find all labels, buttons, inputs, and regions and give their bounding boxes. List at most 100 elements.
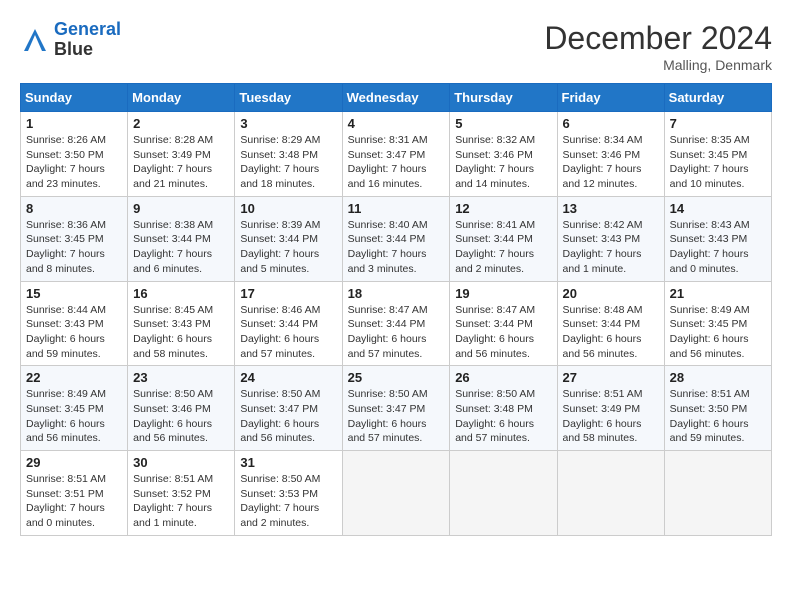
month-title: December 2024 xyxy=(544,20,772,57)
calendar-cell: 17Sunrise: 8:46 AMSunset: 3:44 PMDayligh… xyxy=(235,281,342,366)
day-number: 3 xyxy=(240,116,336,131)
day-number: 31 xyxy=(240,455,336,470)
calendar-cell: 5Sunrise: 8:32 AMSunset: 3:46 PMDaylight… xyxy=(450,112,557,197)
day-number: 2 xyxy=(133,116,229,131)
weekday-header: Monday xyxy=(128,84,235,112)
cell-content: Sunrise: 8:48 AMSunset: 3:44 PMDaylight:… xyxy=(563,304,643,360)
cell-content: Sunrise: 8:51 AMSunset: 3:50 PMDaylight:… xyxy=(670,388,750,444)
cell-content: Sunrise: 8:45 AMSunset: 3:43 PMDaylight:… xyxy=(133,304,213,360)
calendar-cell: 12 Sunrise: 8:41 AMSunset: 3:44 PMDayligh… xyxy=(450,196,557,281)
cell-content: Sunrise: 8:43 AMSunset: 3:43 PMDaylight:… xyxy=(670,219,750,275)
cell-content: Sunrise: 8:51 AMSunset: 3:51 PMDaylight:… xyxy=(26,473,106,529)
cell-content: Sunrise: 8:26 AMSunset: 3:50 PMDaylight:… xyxy=(26,134,106,190)
day-number: 24 xyxy=(240,370,336,385)
day-number: 26 xyxy=(455,370,551,385)
calendar-cell xyxy=(342,451,450,536)
calendar-week-row: 8 Sunrise: 8:36 AMSunset: 3:45 PMDaylight… xyxy=(21,196,772,281)
calendar-cell: 27Sunrise: 8:51 AMSunset: 3:49 PMDayligh… xyxy=(557,366,664,451)
day-number: 10 xyxy=(240,201,336,216)
calendar-cell: 1 Sunrise: 8:26 AMSunset: 3:50 PMDaylight… xyxy=(21,112,128,197)
calendar-cell: 7Sunrise: 8:35 AMSunset: 3:45 PMDaylight… xyxy=(664,112,771,197)
cell-content: Sunrise: 8:29 AMSunset: 3:48 PMDaylight:… xyxy=(240,134,320,190)
cell-content: Sunrise: 8:34 AMSunset: 3:46 PMDaylight:… xyxy=(563,134,643,190)
calendar-cell: 6 Sunrise: 8:34 AMSunset: 3:46 PMDaylight… xyxy=(557,112,664,197)
day-number: 19 xyxy=(455,286,551,301)
cell-content: Sunrise: 8:41 AMSunset: 3:44 PMDaylight:… xyxy=(455,219,535,275)
weekday-header: Thursday xyxy=(450,84,557,112)
calendar-table: SundayMondayTuesdayWednesdayThursdayFrid… xyxy=(20,83,772,536)
day-number: 30 xyxy=(133,455,229,470)
calendar-cell: 8 Sunrise: 8:36 AMSunset: 3:45 PMDaylight… xyxy=(21,196,128,281)
calendar-cell: 3 Sunrise: 8:29 AMSunset: 3:48 PMDaylight… xyxy=(235,112,342,197)
calendar-cell: 31Sunrise: 8:50 AMSunset: 3:53 PMDayligh… xyxy=(235,451,342,536)
calendar-cell: 21 Sunrise: 8:49 AMSunset: 3:45 PMDayligh… xyxy=(664,281,771,366)
cell-content: Sunrise: 8:51 AMSunset: 3:52 PMDaylight:… xyxy=(133,473,213,529)
day-number: 1 xyxy=(26,116,122,131)
cell-content: Sunrise: 8:40 AMSunset: 3:44 PMDaylight:… xyxy=(348,219,428,275)
day-number: 4 xyxy=(348,116,445,131)
calendar-cell: 28Sunrise: 8:51 AMSunset: 3:50 PMDayligh… xyxy=(664,366,771,451)
calendar-cell: 11 Sunrise: 8:40 AMSunset: 3:44 PMDayligh… xyxy=(342,196,450,281)
logo-icon xyxy=(20,25,50,55)
day-number: 12 xyxy=(455,201,551,216)
weekday-header: Tuesday xyxy=(235,84,342,112)
day-number: 29 xyxy=(26,455,122,470)
calendar-week-row: 22 Sunrise: 8:49 AMSunset: 3:45 PMDayligh… xyxy=(21,366,772,451)
calendar-cell: 13Sunrise: 8:42 AMSunset: 3:43 PMDayligh… xyxy=(557,196,664,281)
day-number: 20 xyxy=(563,286,659,301)
calendar-week-row: 29 Sunrise: 8:51 AMSunset: 3:51 PMDayligh… xyxy=(21,451,772,536)
day-number: 23 xyxy=(133,370,229,385)
weekday-header: Sunday xyxy=(21,84,128,112)
weekday-header: Saturday xyxy=(664,84,771,112)
cell-content: Sunrise: 8:28 AMSunset: 3:49 PMDaylight:… xyxy=(133,134,213,190)
cell-content: Sunrise: 8:49 AMSunset: 3:45 PMDaylight:… xyxy=(670,304,750,360)
cell-content: Sunrise: 8:47 AMSunset: 3:44 PMDaylight:… xyxy=(348,304,428,360)
calendar-body: 1 Sunrise: 8:26 AMSunset: 3:50 PMDaylight… xyxy=(21,112,772,536)
calendar-cell: 25 Sunrise: 8:50 AMSunset: 3:47 PMDayligh… xyxy=(342,366,450,451)
day-number: 7 xyxy=(670,116,766,131)
calendar-cell: 23 Sunrise: 8:50 AMSunset: 3:46 PMDayligh… xyxy=(128,366,235,451)
day-number: 22 xyxy=(26,370,122,385)
calendar-cell: 16Sunrise: 8:45 AMSunset: 3:43 PMDayligh… xyxy=(128,281,235,366)
calendar-week-row: 1 Sunrise: 8:26 AMSunset: 3:50 PMDaylight… xyxy=(21,112,772,197)
calendar-cell: 4 Sunrise: 8:31 AMSunset: 3:47 PMDaylight… xyxy=(342,112,450,197)
calendar-cell: 14 Sunrise: 8:43 AMSunset: 3:43 PMDayligh… xyxy=(664,196,771,281)
title-block: December 2024 Malling, Denmark xyxy=(544,20,772,73)
weekday-header: Wednesday xyxy=(342,84,450,112)
cell-content: Sunrise: 8:36 AMSunset: 3:45 PMDaylight:… xyxy=(26,219,106,275)
calendar-cell xyxy=(557,451,664,536)
weekday-header: Friday xyxy=(557,84,664,112)
calendar-cell: 18 Sunrise: 8:47 AMSunset: 3:44 PMDayligh… xyxy=(342,281,450,366)
day-number: 11 xyxy=(348,201,445,216)
calendar-cell xyxy=(450,451,557,536)
weekday-row: SundayMondayTuesdayWednesdayThursdayFrid… xyxy=(21,84,772,112)
calendar-cell: 26Sunrise: 8:50 AMSunset: 3:48 PMDayligh… xyxy=(450,366,557,451)
cell-content: Sunrise: 8:44 AMSunset: 3:43 PMDaylight:… xyxy=(26,304,106,360)
day-number: 8 xyxy=(26,201,122,216)
cell-content: Sunrise: 8:51 AMSunset: 3:49 PMDaylight:… xyxy=(563,388,643,444)
logo-text: GeneralBlue xyxy=(54,20,121,60)
calendar-cell xyxy=(664,451,771,536)
day-number: 18 xyxy=(348,286,445,301)
day-number: 21 xyxy=(670,286,766,301)
cell-content: Sunrise: 8:50 AMSunset: 3:47 PMDaylight:… xyxy=(348,388,428,444)
day-number: 15 xyxy=(26,286,122,301)
calendar-cell: 29 Sunrise: 8:51 AMSunset: 3:51 PMDayligh… xyxy=(21,451,128,536)
cell-content: Sunrise: 8:50 AMSunset: 3:47 PMDaylight:… xyxy=(240,388,320,444)
day-number: 6 xyxy=(563,116,659,131)
day-number: 14 xyxy=(670,201,766,216)
cell-content: Sunrise: 8:42 AMSunset: 3:43 PMDaylight:… xyxy=(563,219,643,275)
cell-content: Sunrise: 8:47 AMSunset: 3:44 PMDaylight:… xyxy=(455,304,535,360)
location: Malling, Denmark xyxy=(544,57,772,73)
cell-content: Sunrise: 8:46 AMSunset: 3:44 PMDaylight:… xyxy=(240,304,320,360)
day-number: 25 xyxy=(348,370,445,385)
calendar-cell: 2 Sunrise: 8:28 AMSunset: 3:49 PMDaylight… xyxy=(128,112,235,197)
calendar-week-row: 15 Sunrise: 8:44 AMSunset: 3:43 PMDayligh… xyxy=(21,281,772,366)
calendar-cell: 20 Sunrise: 8:48 AMSunset: 3:44 PMDayligh… xyxy=(557,281,664,366)
calendar-cell: 9Sunrise: 8:38 AMSunset: 3:44 PMDaylight… xyxy=(128,196,235,281)
cell-content: Sunrise: 8:50 AMSunset: 3:46 PMDaylight:… xyxy=(133,388,213,444)
cell-content: Sunrise: 8:32 AMSunset: 3:46 PMDaylight:… xyxy=(455,134,535,190)
page-header: GeneralBlue December 2024 Malling, Denma… xyxy=(20,20,772,73)
cell-content: Sunrise: 8:31 AMSunset: 3:47 PMDaylight:… xyxy=(348,134,428,190)
cell-content: Sunrise: 8:49 AMSunset: 3:45 PMDaylight:… xyxy=(26,388,106,444)
